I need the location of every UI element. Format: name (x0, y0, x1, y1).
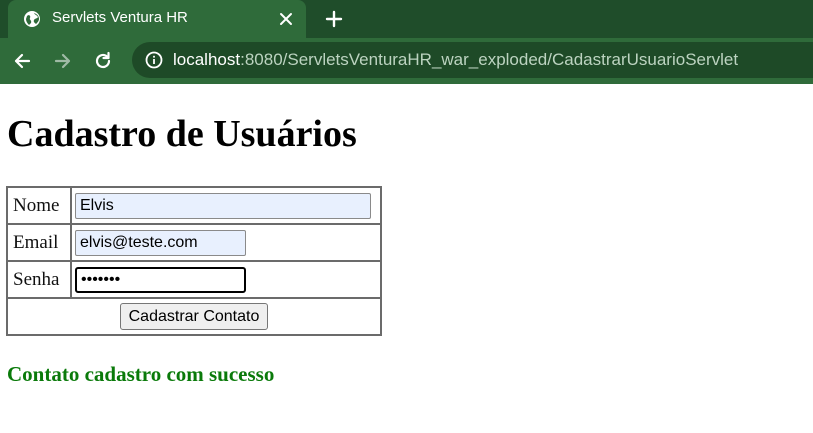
url-host: localhost (173, 50, 241, 69)
form-row-submit: Cadastrar Contato (7, 298, 381, 335)
cadastrar-contato-button[interactable]: Cadastrar Contato (119, 303, 269, 330)
nome-input[interactable] (75, 192, 371, 219)
email-input[interactable] (75, 229, 246, 256)
arrow-left-icon[interactable] (12, 51, 32, 71)
close-icon[interactable] (278, 11, 294, 27)
email-label: Email (7, 224, 71, 261)
tab-title: Servlets Ventura HR (52, 9, 188, 26)
form-row-senha: Senha (7, 261, 381, 298)
reload-icon[interactable] (93, 51, 113, 71)
user-registration-form: Nome Email Senha Cadastrar Contato (6, 186, 382, 336)
info-icon[interactable] (145, 51, 163, 69)
success-message: Contato cadastro com sucesso (7, 362, 275, 386)
form-row-email: Email (7, 224, 381, 261)
senha-input[interactable] (75, 266, 246, 293)
url-path: :8080/ServletsVenturaHR_war_exploded/Cad… (240, 50, 739, 69)
senha-label: Senha (7, 261, 71, 298)
browser-toolbar: localhost:8080/ServletsVenturaHR_war_exp… (0, 38, 813, 84)
arrow-right-icon[interactable] (53, 51, 73, 71)
url-text[interactable]: localhost:8080/ServletsVenturaHR_war_exp… (173, 50, 738, 70)
nome-label: Nome (7, 187, 71, 224)
address-bar[interactable]: localhost:8080/ServletsVenturaHR_war_exp… (132, 42, 813, 78)
browser-tab-bar: Servlets Ventura HR (0, 0, 813, 38)
browser-tab[interactable]: Servlets Ventura HR (8, 0, 306, 38)
form-row-nome: Nome (7, 187, 381, 224)
globe-icon (24, 11, 40, 27)
plus-icon[interactable] (324, 9, 344, 29)
page-title: Cadastro de Usuários (7, 113, 357, 155)
